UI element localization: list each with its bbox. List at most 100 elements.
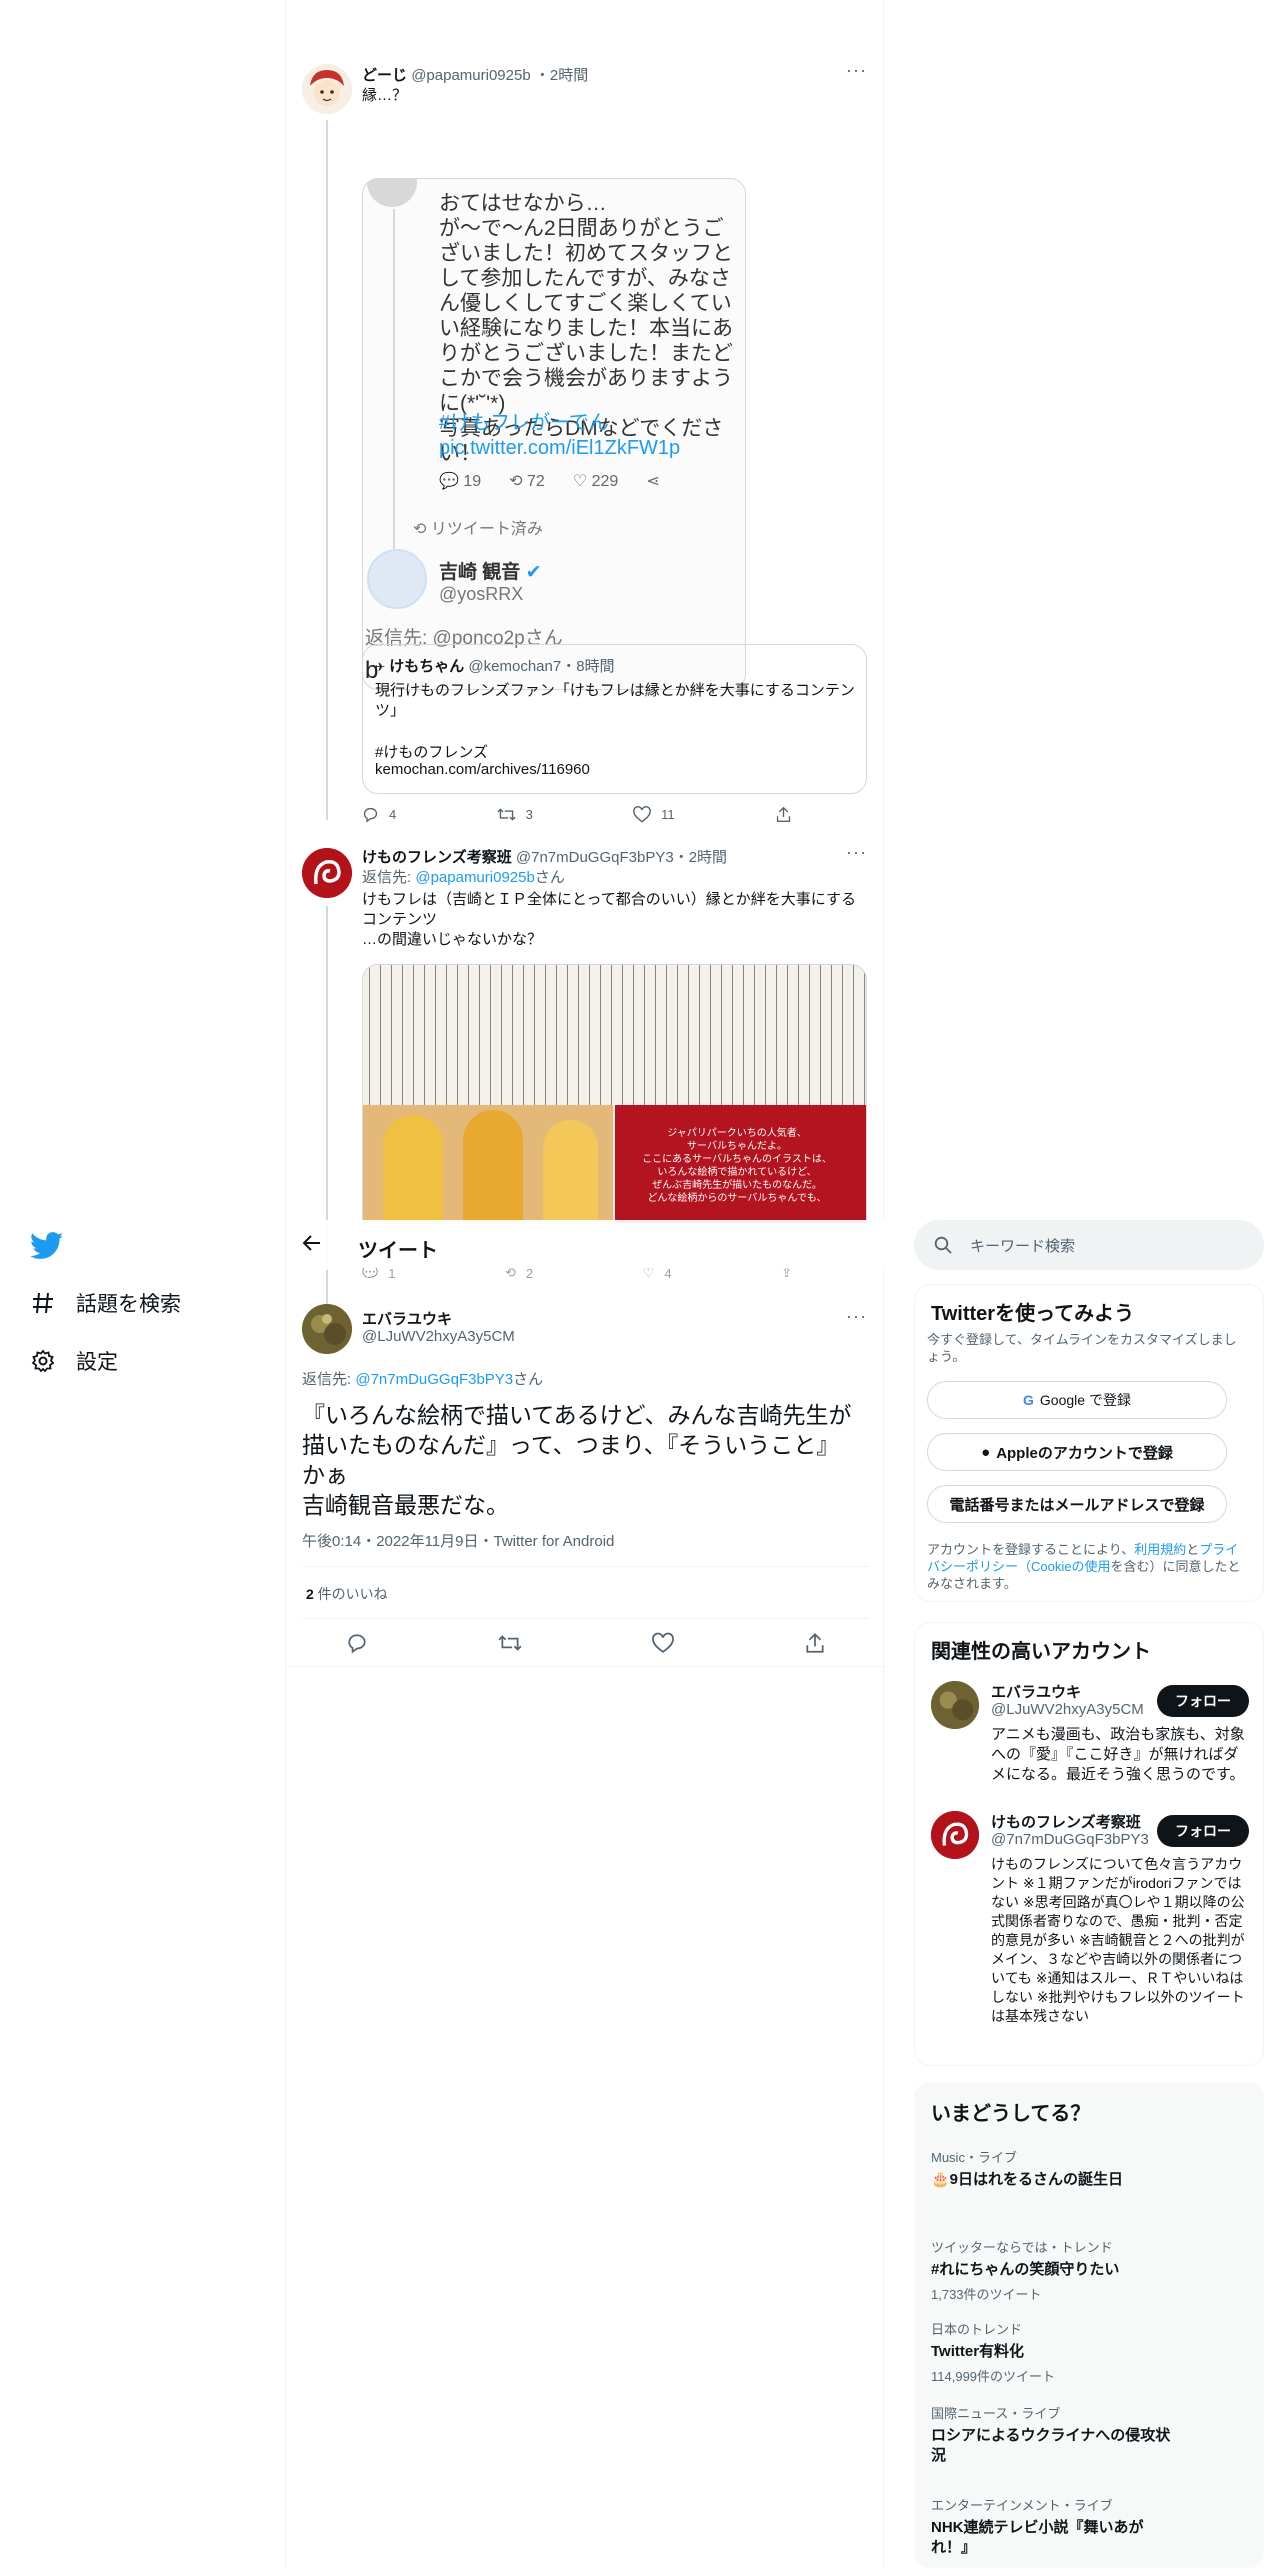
- apple-icon: ●: [981, 1443, 991, 1461]
- related-account[interactable]: けものフレンズ考察班 @7n7mDuGGqF3bPY3 フォロー けものフレンズ…: [915, 1811, 1265, 2061]
- follow-button[interactable]: フォロー: [1157, 1685, 1249, 1717]
- image-user-handle: @yosRRX: [439, 584, 524, 604]
- account-bio: けものフレンズについて色々言うアカウント ※１期ファンだがirodoriファンで…: [991, 1856, 1245, 2024]
- search-input[interactable]: キーワード検索: [914, 1220, 1264, 1270]
- reply-button[interactable]: 💬 1: [362, 1268, 395, 1278]
- image-retweet-icon: ⟲ 72: [509, 473, 545, 490]
- related-title: 関連性の高いアカウント: [931, 1641, 1151, 1663]
- related-account[interactable]: エバラユウキ @LJuWV2hxyA3y5CM フォロー アニメも漫画も、政治も…: [915, 1681, 1265, 1801]
- author-name[interactable]: けものフレンズ考察班: [362, 849, 512, 866]
- tweet-timestamp[interactable]: 午後0:14・2022年11月9日・Twitter for Android: [302, 1530, 614, 1551]
- tweet-time[interactable]: 2時間: [550, 67, 588, 84]
- image-avatar: [367, 179, 417, 207]
- tweet-text: けもフレは（吉崎とＩＰ全体にとって都合のいい）縁とか絆を大事にするコンテンツ ……: [362, 891, 856, 948]
- gear-icon: [30, 1348, 56, 1374]
- terms-link[interactable]: 利用規約: [1134, 1542, 1186, 1557]
- trends-title: いまどうしてる？: [931, 2103, 1091, 2125]
- divider: [286, 1666, 885, 1667]
- nav-explore[interactable]: 話題を検索: [30, 1288, 181, 1318]
- avatar[interactable]: [302, 1304, 352, 1354]
- avatar[interactable]: [931, 1811, 979, 1859]
- follow-button[interactable]: フォロー: [1157, 1815, 1249, 1847]
- google-icon: G: [1023, 1392, 1034, 1408]
- thread-line: [326, 120, 328, 820]
- quote-author-handle: @kemochan7: [468, 658, 562, 675]
- author-name[interactable]: エバラユウキ: [362, 1308, 452, 1329]
- retweet-button[interactable]: 3: [496, 806, 533, 823]
- page-header: ツイート: [286, 1220, 885, 1270]
- trend-item[interactable]: Music・ライブ 🎂9日はれをるさんの誕生日: [931, 2147, 1231, 2190]
- author-handle[interactable]: @7n7mDuGGqF3bPY3: [516, 849, 674, 866]
- trend-item[interactable]: 国際ニュース・ライブ ロシアによるウクライナへの侵攻状況: [931, 2403, 1171, 2466]
- avatar[interactable]: [302, 64, 352, 114]
- related-accounts-card: 関連性の高いアカウント エバラユウキ @LJuWV2hxyA3y5CM フォロー…: [914, 1622, 1264, 2066]
- quote-time: 8時間: [576, 658, 615, 675]
- tweet-kousatsuhan[interactable]: けものフレンズ考察班 @7n7mDuGGqF3bPY3・2時間 ··· 返信先:…: [286, 842, 885, 1306]
- avatar[interactable]: [931, 1681, 979, 1729]
- quote-author-name: けもちゃん: [389, 658, 465, 675]
- twitter-logo-icon[interactable]: [29, 1232, 64, 1262]
- tweet-time[interactable]: 2時間: [689, 849, 727, 866]
- trends-card: いまどうしてる？ Music・ライブ 🎂9日はれをるさんの誕生日 ツイッターなら…: [914, 2082, 1264, 2568]
- quote-text: 現行けものフレンズファン「けもフレは縁とか絆を大事にするコンテンツ」: [375, 682, 855, 719]
- quote-header: ✈ けもちゃん @kemochan7・8時間: [375, 658, 615, 675]
- account-handle[interactable]: @7n7mDuGGqF3bPY3: [991, 1831, 1149, 1848]
- likes-stat[interactable]: 2 件のいいね: [306, 1584, 388, 1604]
- reply-to-link[interactable]: @papamuri0925b: [415, 869, 534, 886]
- image-actions: 💬 19 ⟲ 72 ♡ 229 ⋖: [439, 471, 719, 491]
- reply-to-line: 返信先: @7n7mDuGGqF3bPY3さん: [302, 1371, 544, 1388]
- back-arrow-icon[interactable]: [302, 1234, 322, 1258]
- signup-title: Twitterを使ってみよう: [931, 1303, 1135, 1325]
- quote-link: kemochan.com/archives/116960: [375, 761, 590, 778]
- quote-hashtag: #けものフレンズ: [375, 744, 489, 761]
- author-handle[interactable]: @papamuri0925b: [411, 67, 530, 84]
- avatar[interactable]: [302, 848, 352, 898]
- tweet-papamuri[interactable]: どーじ @papamuri0925b ・2時間 ··· 縁…？ おてはせなから……: [286, 60, 885, 830]
- signup-card: Twitterを使ってみよう 今すぐ登録して、タイムラインをカスタマイズしましょ…: [914, 1284, 1264, 1602]
- tweet-image[interactable]: おてはせなから… が〜で〜ん2日間ありがとうございました！初めてスタッフとして参…: [362, 178, 746, 690]
- main-column: どーじ @papamuri0925b ・2時間 ··· 縁…？ おてはせなから……: [285, 0, 885, 2568]
- author-handle[interactable]: @LJuWV2hxyA3y5CM: [362, 1328, 515, 1345]
- search-placeholder: キーワード検索: [970, 1237, 1076, 1255]
- tweet-image[interactable]: ジャパリパークいちの人気者、 サーバルちゃんだよ。 ここにあるサーバルちゃんのイ…: [362, 964, 867, 1224]
- account-name[interactable]: エバラユウキ: [991, 1681, 1081, 1702]
- google-signup-button[interactable]: G Google で登録: [927, 1381, 1227, 1419]
- tweet-actions: 4 3 11: [362, 806, 792, 823]
- image-user-name: 吉崎 観音 ✔: [439, 562, 542, 583]
- like-button[interactable]: ♡ 4: [643, 1268, 672, 1278]
- image-share-icon: ⋖: [646, 473, 660, 490]
- nav-settings[interactable]: 設定: [30, 1346, 118, 1376]
- share-button[interactable]: [804, 1632, 826, 1659]
- serval-illustration-left: [363, 1105, 613, 1223]
- page-title: ツイート: [358, 1240, 438, 1262]
- more-options-icon[interactable]: ···: [846, 60, 867, 81]
- manga-text-texture: [363, 965, 866, 1110]
- trend-item[interactable]: 日本のトレンド Twitter有料化 114,999件のツイート: [931, 2319, 1231, 2385]
- account-bio: アニメも漫画も、政治も家族も、対象への『愛』『ここ好き』が無ければダメになる。最…: [991, 1726, 1245, 1783]
- tweet-text: 縁…？: [362, 87, 408, 104]
- retweet-button[interactable]: [498, 1632, 522, 1659]
- tweet2-actions: 💬 1 ⟲ 2 ♡ 4 ⇪: [362, 1268, 792, 1278]
- trend-item[interactable]: エンターテインメント・ライブ NHK連続テレビ小説『舞いあがれ！』: [931, 2495, 1171, 2558]
- reply-button[interactable]: 4: [362, 806, 396, 823]
- like-button[interactable]: [652, 1632, 674, 1659]
- share-button[interactable]: [775, 806, 792, 823]
- account-handle[interactable]: @LJuWV2hxyA3y5CM: [991, 1701, 1144, 1718]
- quote-tweet[interactable]: ✈ けもちゃん @kemochan7・8時間 現行けものフレンズファン「けもフレ…: [362, 644, 867, 794]
- author-name[interactable]: どーじ: [362, 67, 407, 84]
- phone-email-signup-button[interactable]: 電話番号またはメールアドレスで登録: [927, 1485, 1227, 1523]
- more-options-icon[interactable]: ···: [846, 1306, 867, 1327]
- account-name[interactable]: けものフレンズ考察班: [991, 1811, 1141, 1832]
- signup-subtitle: 今すぐ登録して、タイムラインをカスタマイズしましょう。: [927, 1332, 1237, 1364]
- image-caption: ジャパリパークいちの人気者、 サーバルちゃんだよ。 ここにあるサーバルちゃんのイ…: [642, 1128, 832, 1204]
- reply-to-link[interactable]: @7n7mDuGGqF3bPY3: [355, 1371, 513, 1388]
- image-user-avatar: [367, 549, 427, 609]
- more-options-icon[interactable]: ···: [846, 842, 867, 863]
- trend-item[interactable]: ツイッターならでは・トレンド #れにちゃんの笑顔守りたい 1,733件のツイート: [931, 2237, 1231, 2303]
- share-button[interactable]: ⇪: [781, 1268, 792, 1278]
- like-button[interactable]: 11: [633, 806, 675, 823]
- reply-button[interactable]: [346, 1632, 368, 1659]
- retweet-button[interactable]: ⟲ 2: [505, 1268, 533, 1278]
- apple-signup-button[interactable]: ● Appleのアカウントで登録: [927, 1433, 1227, 1471]
- image-retweeted: ⟲ リツイート済み: [413, 521, 543, 538]
